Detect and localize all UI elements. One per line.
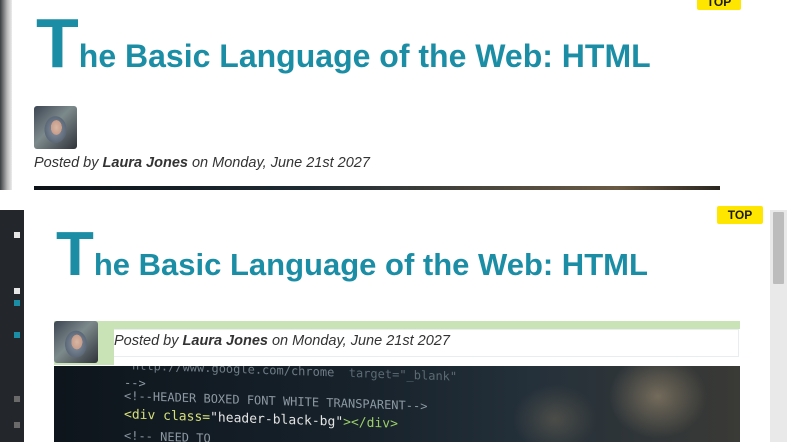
byline-prefix: Posted by xyxy=(114,333,179,349)
code-line: <div class="header-black-bg"></div> xyxy=(124,407,398,432)
author-avatar[interactable] xyxy=(54,321,98,363)
code-line: <!-- NEED TO xyxy=(124,428,211,442)
title-initial: T xyxy=(36,4,79,82)
meta-accent xyxy=(54,321,740,329)
post-byline: Posted by Laura Jones on Monday, June 21… xyxy=(34,155,370,171)
sidebar-marker[interactable] xyxy=(14,232,20,238)
title-rest: he Basic Language of the Web: HTML xyxy=(93,247,648,282)
sidebar-marker[interactable] xyxy=(14,300,20,306)
sidebar-marker[interactable] xyxy=(14,288,20,294)
byline-mid: on xyxy=(271,333,289,349)
top-badge[interactable]: TOP xyxy=(717,206,763,224)
post-byline: Posted by Laura Jones on Monday, June 21… xyxy=(114,333,450,349)
author-name[interactable]: Laura Jones xyxy=(183,333,268,349)
post-title: The Basic Language of the Web: HTML xyxy=(56,224,648,286)
hero-image: http://www.google.com/chrome target="_bl… xyxy=(54,366,740,442)
post-date: Monday, June 21st 2027 xyxy=(212,155,370,171)
title-rest: he Basic Language of the Web: HTML xyxy=(78,38,651,74)
title-initial: T xyxy=(56,220,94,289)
sidebar-marker[interactable] xyxy=(14,422,20,428)
scrollbar[interactable] xyxy=(770,210,787,442)
panel-divider xyxy=(0,190,787,210)
editor-sidebar xyxy=(0,210,24,442)
scrollbar-thumb[interactable] xyxy=(773,212,784,284)
top-badge[interactable]: TOP xyxy=(697,0,741,10)
code-line: http://www.google.com/chrome target="_bl… xyxy=(132,366,458,384)
byline-prefix: Posted by xyxy=(34,155,99,171)
byline-mid: on xyxy=(191,155,209,171)
post-title: The Basic Language of the Web: HTML xyxy=(36,8,651,78)
preview-before: TOP The Basic Language of the Web: HTML … xyxy=(0,0,787,190)
sidebar-marker[interactable] xyxy=(14,332,20,338)
author-name[interactable]: Laura Jones xyxy=(103,155,188,171)
author-avatar[interactable] xyxy=(34,106,77,149)
window-edge xyxy=(0,0,12,190)
post-date: Monday, June 21st 2027 xyxy=(292,333,450,349)
sidebar-marker[interactable] xyxy=(14,396,20,402)
